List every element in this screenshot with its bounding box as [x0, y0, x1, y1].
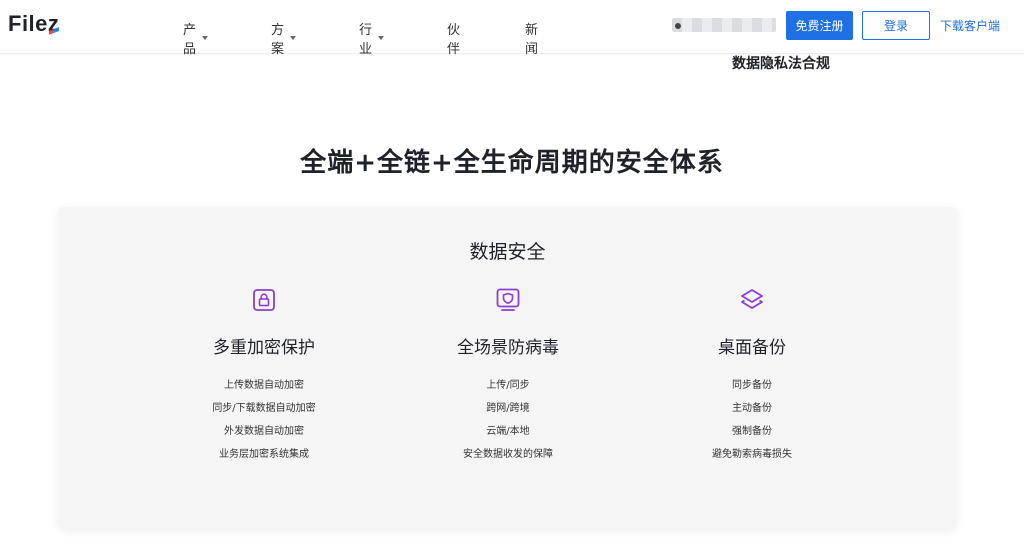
nav-item-partners[interactable]: 伙伴 — [447, 19, 460, 57]
list-item: 外发数据自动加密 — [224, 426, 304, 437]
feature-list: 同步备份 主动备份 强制备份 避免勒索病毒损失 — [632, 374, 872, 466]
nav-label: 伙伴 — [447, 23, 461, 57]
nav-label: 产品 — [183, 23, 197, 57]
layers-icon — [741, 289, 763, 309]
list-item: 云端/本地 — [486, 426, 530, 437]
user-dot — [675, 23, 681, 29]
feature-antivirus: 全场景防病毒 上传/同步 跨网/跨境 云端/本地 安全数据收发的保障 — [388, 287, 628, 466]
list-item: 主动备份 — [732, 403, 772, 414]
lock-icon — [253, 289, 275, 311]
nav-item-industries[interactable]: 行业 — [359, 19, 385, 57]
list-item: 上传数据自动加密 — [224, 380, 304, 391]
nav-item-news[interactable]: 新闻 — [525, 19, 538, 57]
list-item: 跨网/跨境 — [486, 403, 530, 414]
section-title: 全端+全链+全生命周期的安全体系 — [300, 148, 724, 178]
feature-list: 上传/同步 跨网/跨境 云端/本地 安全数据收发的保障 — [388, 374, 628, 466]
register-button[interactable]: 免费注册 — [786, 11, 853, 40]
list-item: 上传/同步 — [486, 380, 530, 391]
nav-item-solutions[interactable]: 方案 — [271, 19, 297, 57]
feature-title: 多重加密保护 — [213, 338, 315, 358]
feature-encryption: 多重加密保护 上传数据自动加密 同步/下载数据自动加密 外发数据自动加密 业务层… — [144, 287, 384, 466]
logo-text: File — [8, 11, 48, 36]
privacy-compliance-text: 数据隐私法合规 — [732, 56, 830, 72]
list-item: 避免勒索病毒损失 — [712, 449, 792, 460]
top-nav-bar: Filez 产品 方案 行业 伙伴 新闻 免费注册 登录 下载客户端 — [0, 0, 1024, 57]
login-button[interactable]: 登录 — [862, 11, 930, 40]
chevron-down-icon — [290, 36, 297, 40]
list-item: 业务层加密系统集成 — [219, 449, 309, 460]
logo-z: z — [47, 11, 60, 36]
list-item: 同步/下载数据自动加密 — [212, 403, 316, 414]
nav-label: 行业 — [359, 23, 373, 57]
feature-list: 上传数据自动加密 同步/下载数据自动加密 外发数据自动加密 业务层加密系统集成 — [144, 374, 384, 466]
chevron-down-icon — [202, 36, 209, 40]
feature-title: 桌面备份 — [718, 338, 786, 358]
data-security-card: 数据安全 多重加密保护 上传数据自动加密 同步/下载数据自动加密 外发数据自动加… — [58, 207, 957, 529]
list-item: 安全数据收发的保障 — [463, 449, 553, 460]
blurred-user-info — [672, 18, 776, 32]
shield-icon — [496, 288, 520, 311]
feature-desktop-backup: 桌面备份 同步备份 主动备份 强制备份 避免勒索病毒损失 — [632, 287, 872, 466]
nav-item-products[interactable]: 产品 — [183, 19, 209, 57]
nav-label: 新闻 — [525, 23, 539, 57]
card-title: 数据安全 — [469, 241, 546, 263]
filez-logo[interactable]: Filez — [8, 11, 59, 37]
list-item: 强制备份 — [732, 426, 772, 437]
nav-label: 方案 — [271, 23, 285, 57]
download-client-link[interactable]: 下载客户端 — [940, 17, 1000, 34]
chevron-down-icon — [378, 36, 385, 40]
list-item: 同步备份 — [732, 380, 772, 391]
feature-title: 全场景防病毒 — [457, 338, 559, 358]
